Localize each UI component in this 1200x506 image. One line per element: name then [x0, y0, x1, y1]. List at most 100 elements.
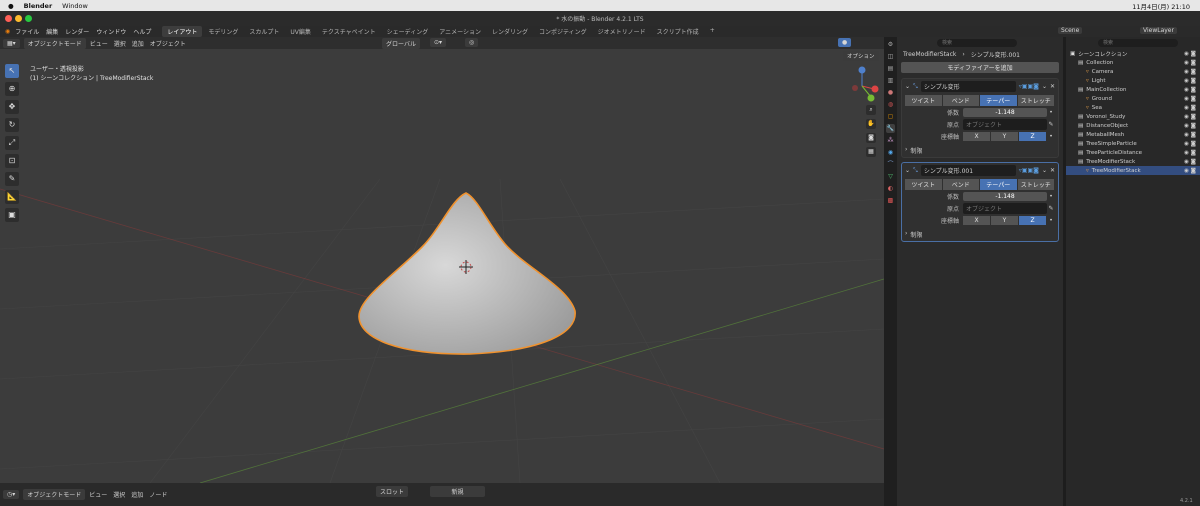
- mode-stretch-button[interactable]: ストレッチ: [1017, 179, 1054, 190]
- texture-tab-icon[interactable]: ▩: [886, 196, 895, 205]
- constraints-tab-icon[interactable]: ⌒: [886, 160, 895, 169]
- material-tab-icon[interactable]: ◐: [886, 184, 895, 193]
- outliner-row[interactable]: ▤ Voronoi_Study ◉ ◙: [1066, 112, 1200, 121]
- camera-view-icon[interactable]: ◙: [866, 133, 876, 143]
- close-window-button[interactable]: [5, 15, 12, 22]
- menu-file[interactable]: ファイル: [15, 27, 39, 36]
- outliner-row[interactable]: ▤ DistanceObject ◉ ◙: [1066, 121, 1200, 130]
- outliner-search-input[interactable]: [1098, 39, 1178, 47]
- visibility-eye-icon[interactable]: ◉ ◙: [1184, 51, 1196, 57]
- annotate-tool-icon[interactable]: ✎: [5, 172, 19, 186]
- eyedropper-icon[interactable]: ✎: [1047, 205, 1055, 212]
- move-tool-icon[interactable]: ✥: [5, 100, 19, 114]
- eyedropper-icon[interactable]: ✎: [1047, 121, 1055, 128]
- visibility-eye-icon[interactable]: ◉ ◙: [1184, 123, 1196, 129]
- modifier-menu-chevron-icon[interactable]: ⌄: [1042, 83, 1047, 90]
- modifier-menu-chevron-icon[interactable]: ⌄: [1042, 167, 1047, 174]
- timeline-editor-type-button[interactable]: ◷▾: [3, 490, 20, 499]
- mode-twist-button[interactable]: ツイスト: [905, 179, 942, 190]
- add-workspace-button[interactable]: +: [705, 26, 720, 37]
- mode-taper-button[interactable]: テーパー: [980, 179, 1017, 190]
- tab-texture-paint[interactable]: テクスチャペイント: [317, 26, 381, 37]
- outliner-row[interactable]: ▿ Sea ◉ ◙: [1066, 103, 1200, 112]
- rotate-tool-icon[interactable]: ↻: [5, 118, 19, 132]
- timeline-menu-node[interactable]: ノード: [149, 490, 167, 499]
- scene-selector[interactable]: Scene: [1058, 27, 1083, 34]
- tab-uv[interactable]: UV編集: [285, 26, 316, 37]
- shading-solid-button[interactable]: ●: [838, 38, 852, 47]
- scale-tool-icon[interactable]: ⤢: [5, 136, 19, 150]
- output-tab-icon[interactable]: ▤: [886, 64, 895, 73]
- keyframe-dot-icon[interactable]: •: [1047, 193, 1055, 200]
- slot-selector[interactable]: スロット: [376, 486, 409, 497]
- outliner-row[interactable]: ▤ TreeSimpleParticle ◉ ◙: [1066, 139, 1200, 148]
- visibility-eye-icon[interactable]: ◉ ◙: [1184, 87, 1196, 93]
- proportional-edit-toggle[interactable]: ◎: [465, 38, 479, 47]
- axis-z-button[interactable]: Z: [1019, 132, 1046, 141]
- tab-sculpt[interactable]: スカルプト: [244, 26, 284, 37]
- visibility-eye-icon[interactable]: ◉ ◙: [1184, 159, 1196, 165]
- physics-tab-icon[interactable]: ◉: [886, 148, 895, 157]
- tab-rendering[interactable]: レンダリング: [487, 26, 533, 37]
- timeline-menu-view[interactable]: ビュー: [89, 490, 107, 499]
- window-menu[interactable]: Window: [62, 2, 88, 10]
- tab-shading[interactable]: シェーディング: [382, 26, 434, 37]
- outliner-row[interactable]: ▿ Camera ◉ ◙: [1066, 67, 1200, 76]
- axis-x-button[interactable]: X: [963, 216, 990, 225]
- transform-orientation-selector[interactable]: グローバル: [382, 38, 420, 49]
- 3d-viewport[interactable]: ユーザー・透視投影 (1) シーンコレクション | TreeModifierSt…: [0, 49, 884, 483]
- collapse-chevron-icon[interactable]: ⌄: [905, 167, 910, 174]
- scene-tab-icon[interactable]: ●: [886, 88, 895, 97]
- zoom-window-button[interactable]: [25, 15, 32, 22]
- world-tab-icon[interactable]: ◍: [886, 100, 895, 109]
- visibility-eye-icon[interactable]: ◉ ◙: [1184, 114, 1196, 120]
- render-tab-icon[interactable]: ◫: [886, 52, 895, 61]
- add-cube-tool-icon[interactable]: ▣: [5, 208, 19, 222]
- blender-logo-icon[interactable]: ◉: [5, 28, 10, 35]
- menu-edit[interactable]: 編集: [46, 27, 58, 36]
- visibility-eye-icon[interactable]: ◉ ◙: [1184, 105, 1196, 111]
- keyframe-dot-icon[interactable]: •: [1047, 133, 1055, 140]
- object-tab-icon[interactable]: ▢: [886, 112, 895, 121]
- outliner-row[interactable]: ▤ TreeModifierStack ◉ ◙: [1066, 157, 1200, 166]
- visibility-eye-icon[interactable]: ◉ ◙: [1184, 96, 1196, 102]
- ortho-grid-icon[interactable]: ▦: [866, 147, 876, 157]
- transform-tool-icon[interactable]: ⊡: [5, 154, 19, 168]
- add-modifier-button[interactable]: モディファイアーを追加: [901, 62, 1059, 73]
- factor-field[interactable]: -1.148: [963, 192, 1047, 201]
- view-layer-tab-icon[interactable]: ▥: [886, 76, 895, 85]
- outliner-row[interactable]: ▣ シーンコレクション ◉ ◙: [1066, 49, 1200, 58]
- tab-layout[interactable]: レイアウト: [162, 26, 203, 37]
- visibility-eye-icon[interactable]: ◉ ◙: [1184, 150, 1196, 156]
- axis-x-button[interactable]: X: [963, 132, 990, 141]
- tab-scripting[interactable]: スクリプト作成: [652, 26, 704, 37]
- modifier-name-field[interactable]: シンプル変形.001: [920, 165, 1016, 176]
- mode-selector[interactable]: オブジェクトモード: [23, 37, 86, 49]
- options-button[interactable]: オプション: [843, 51, 879, 61]
- app-menu[interactable]: Blender: [24, 2, 53, 10]
- menu-view[interactable]: ビュー: [90, 39, 108, 48]
- tool-tab-icon[interactable]: ⚙: [886, 40, 895, 49]
- timeline-menu-select[interactable]: 選択: [113, 490, 125, 499]
- menu-object[interactable]: オブジェクト: [150, 39, 186, 48]
- outliner-row[interactable]: ▤ MetaballMesh ◉ ◙: [1066, 130, 1200, 139]
- tab-animation[interactable]: アニメーション: [434, 26, 486, 37]
- apple-icon[interactable]: ●: [8, 2, 14, 10]
- outliner-row[interactable]: ▿ TreeModifierStack ◉ ◙: [1066, 166, 1200, 175]
- outliner-row[interactable]: ▿ Light ◉ ◙: [1066, 76, 1200, 85]
- editor-type-button[interactable]: ▦▾: [3, 38, 20, 48]
- navigation-gizmo[interactable]: [850, 64, 880, 104]
- outliner-row[interactable]: ▿ Ground ◉ ◙: [1066, 94, 1200, 103]
- minimize-window-button[interactable]: [15, 15, 22, 22]
- visibility-eye-icon[interactable]: ◉ ◙: [1184, 78, 1196, 84]
- timeline-menu-add[interactable]: 追加: [131, 490, 143, 499]
- axis-y-button[interactable]: Y: [991, 132, 1018, 141]
- modifier-visibility-toggles[interactable]: ▿▣▣◙: [1019, 83, 1039, 90]
- mode-twist-button[interactable]: ツイスト: [905, 95, 942, 106]
- tab-compositing[interactable]: コンポジティング: [534, 26, 592, 37]
- menu-window[interactable]: ウィンドウ: [96, 27, 126, 36]
- keyframe-dot-icon[interactable]: •: [1047, 109, 1055, 116]
- axis-y-button[interactable]: Y: [991, 216, 1018, 225]
- menu-render[interactable]: レンダー: [65, 27, 89, 36]
- outliner-row[interactable]: ▤ Collection ◉ ◙: [1066, 58, 1200, 67]
